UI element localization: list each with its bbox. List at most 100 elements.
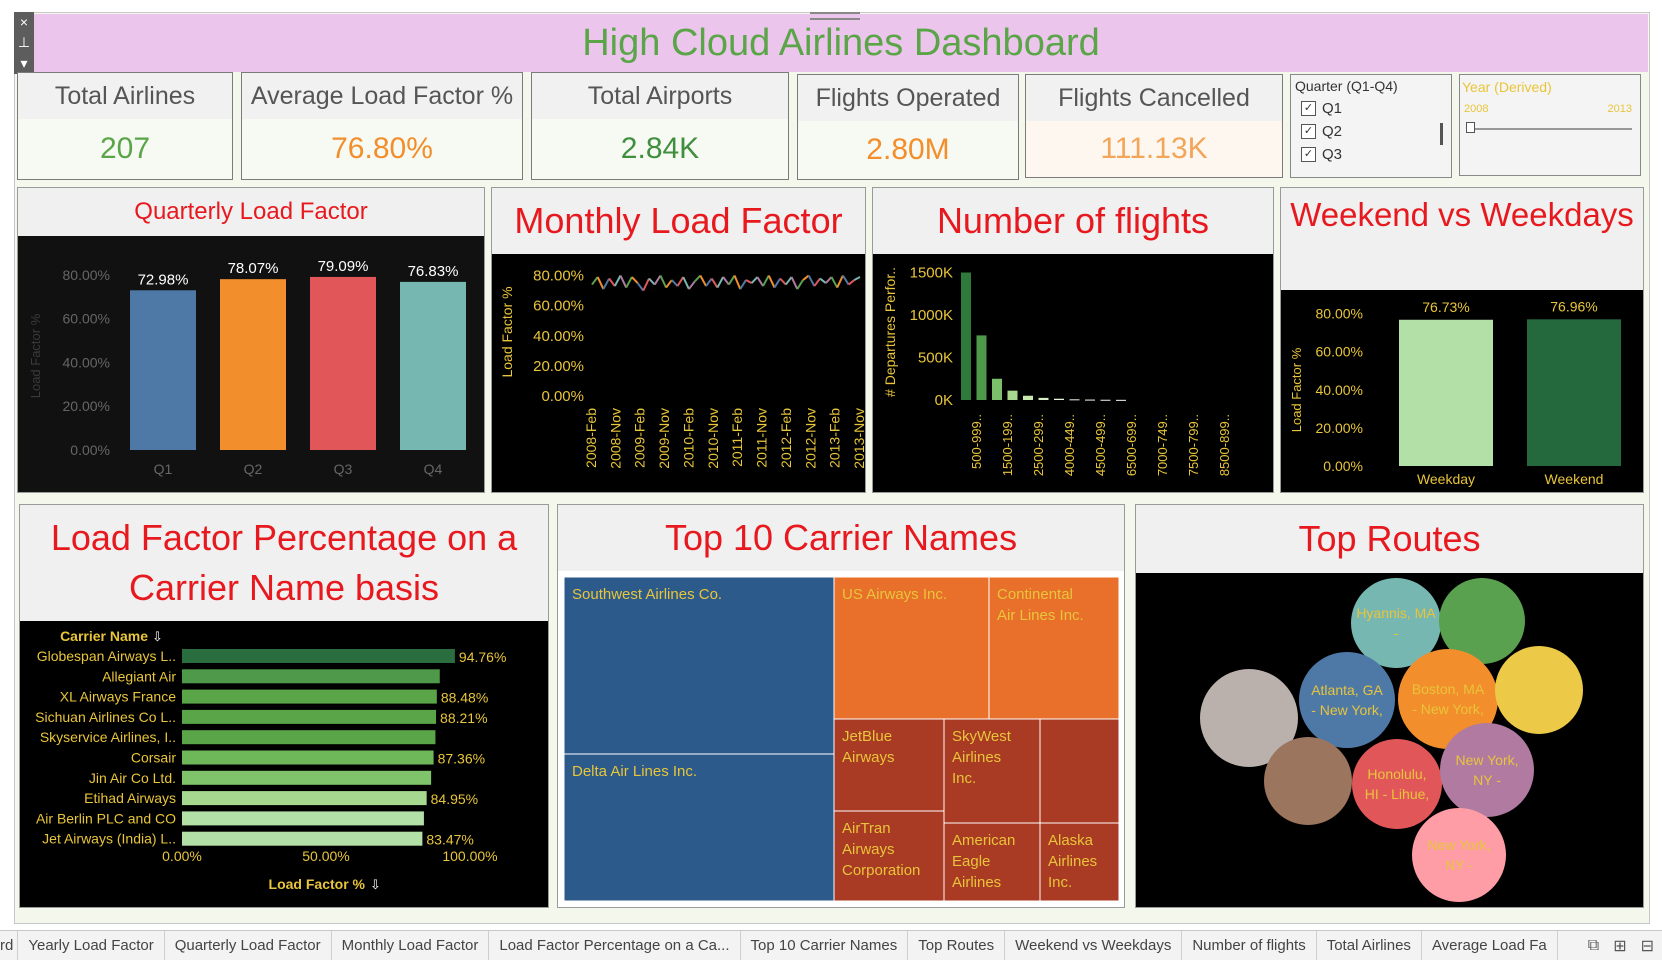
treemap-label: US Airways Inc.	[842, 586, 947, 603]
route-bubble	[1264, 737, 1352, 825]
treemap-label-line: American	[952, 832, 1015, 849]
line-segment	[830, 276, 839, 289]
year-slider-handle[interactable]	[1466, 122, 1475, 133]
tab-quarterly-load-factor[interactable]: Quarterly Load Factor	[165, 931, 332, 960]
tab-average-load-factor[interactable]: Average Load Fa	[1422, 931, 1558, 960]
route-label-line: Honolulu,	[1367, 766, 1426, 782]
line-segment	[836, 275, 844, 289]
sort-icon: ⇩	[370, 877, 381, 892]
dashboard-title: High Cloud Airlines Dashboard	[34, 14, 1648, 72]
quarter-filter[interactable]: Quarter (Q1-Q4) ✓ Q1 ✓ Q2 ✓ Q3	[1290, 74, 1452, 178]
route-label-line: HI - Lihue,	[1365, 786, 1430, 802]
route-label-line: New York,	[1455, 752, 1518, 768]
y-tick-label: 60.00%	[63, 311, 110, 327]
bar	[1116, 399, 1126, 401]
sort-icon: ⇩	[152, 629, 163, 644]
route-label-line: - New York,	[1311, 702, 1383, 718]
y-tick-label: Etihad Airways	[84, 790, 176, 806]
data-label: 88.48%	[441, 690, 488, 706]
kpi-value: 76.80%	[331, 132, 433, 165]
checkbox-checked-icon[interactable]: ✓	[1301, 101, 1316, 116]
x-tick-label: 2012-Feb	[778, 408, 794, 468]
checkbox-checked-icon[interactable]: ✓	[1301, 124, 1316, 139]
y-tick-label: 500K	[918, 350, 953, 367]
y-tick-label: 40.00%	[1316, 382, 1363, 398]
panel-top-routes: Top Routes Hyannis, MA - Atlanta, GA - New …	[1135, 504, 1644, 908]
pin-icon[interactable]: ⊥	[18, 34, 30, 51]
x-tick-label: Q3	[334, 461, 353, 477]
panel-number-of-flights: Number of flights 0K 500K 1000K 1500K # Depa…	[872, 187, 1274, 493]
x-tick-label: 2500-299..	[1031, 414, 1046, 476]
container-controls: × ⊥ ▾	[14, 12, 34, 74]
bar	[1054, 398, 1064, 400]
line-segment	[773, 278, 782, 289]
data-label: 84.95%	[431, 791, 478, 807]
monthly-chart: 0.00% 20.00% 40.00% 60.00% 80.00% Load Factor…	[499, 268, 867, 469]
y-tick-label: Skyservice Airlines, I..	[40, 729, 176, 745]
kpi-value: 207	[99, 132, 151, 165]
treemap-label-line: Airlines	[952, 749, 1001, 766]
line-segment	[676, 276, 685, 287]
data-label: 88.21%	[440, 710, 487, 726]
y-tick-label: 60.00%	[533, 298, 584, 315]
quarter-option-q2[interactable]: ✓ Q2	[1301, 120, 1451, 143]
line-segment	[853, 276, 861, 281]
year-filter[interactable]: Year (Derived) 2008 2013	[1459, 74, 1641, 176]
route-bubble	[1440, 723, 1534, 817]
chevron-down-icon[interactable]: ▾	[20, 55, 27, 72]
kpi-average-load-factor[interactable]: Average Load Factor % 76.80%	[241, 72, 523, 180]
drag-handle[interactable]	[810, 12, 860, 20]
tab-carrier-load-factor[interactable]: Load Factor Percentage on a Ca...	[489, 931, 741, 960]
tab-number-of-flights[interactable]: Number of flights	[1182, 931, 1317, 960]
kpi-total-airlines[interactable]: Total Airlines 207	[17, 72, 233, 180]
tab-top-routes[interactable]: Top Routes	[908, 931, 1006, 960]
bar	[182, 730, 436, 745]
treemap-cell	[1039, 718, 1120, 824]
y-tick-label: 40.00%	[63, 354, 110, 370]
bar	[1527, 319, 1621, 466]
route-label-line: - New York,	[1412, 701, 1484, 717]
close-icon[interactable]: ×	[20, 14, 28, 30]
kpi-flights-cancelled[interactable]: Flights Cancelled 111.13K	[1025, 74, 1283, 178]
line-segment	[825, 276, 833, 284]
line-segment	[785, 276, 793, 286]
quarter-option-q1[interactable]: ✓ Q1	[1301, 97, 1451, 120]
option-label: Q1	[1322, 100, 1343, 117]
tab-weekend-vs-weekdays[interactable]: Weekend vs Weekdays	[1005, 931, 1183, 960]
y-tick-label: 1500K	[910, 265, 953, 282]
line-segment	[819, 277, 827, 284]
bar	[1085, 399, 1095, 401]
x-axis-label: Load Factor %	[269, 876, 366, 892]
treemap-label-line: Alaska	[1048, 832, 1094, 849]
new-story-icon[interactable]: ⊟	[1641, 936, 1654, 956]
bar	[182, 791, 427, 806]
y-tick-label: XL Airways France	[60, 689, 176, 705]
y-tick-label: 80.00%	[533, 268, 584, 285]
bar	[182, 750, 434, 765]
scrollbar[interactable]	[1440, 123, 1443, 145]
data-label: 79.09%	[318, 258, 369, 275]
tab-total-airlines[interactable]: Total Airlines	[1317, 931, 1422, 960]
tab-yearly-load-factor[interactable]: Yearly Load Factor	[18, 931, 165, 960]
x-tick-label: 2010-Feb	[680, 408, 696, 468]
quarter-option-q3[interactable]: ✓ Q3	[1301, 143, 1451, 166]
checkbox-checked-icon[interactable]: ✓	[1301, 147, 1316, 162]
new-dashboard-icon[interactable]: ⊞	[1613, 936, 1626, 956]
y-tick-label: Allegiant Air	[102, 668, 176, 684]
kpi-total-airports[interactable]: Total Airports 2.84K	[531, 72, 789, 180]
line-segment	[716, 276, 725, 289]
treemap-cell	[563, 576, 835, 755]
tab-dashboard[interactable]: rd	[0, 931, 19, 960]
kpi-flights-operated[interactable]: Flights Operated 2.80M	[797, 74, 1019, 180]
tab-monthly-load-factor[interactable]: Monthly Load Factor	[332, 931, 490, 960]
bar	[992, 378, 1002, 400]
line-segment	[699, 275, 707, 287]
panel-title: Top 10 Carrier Names	[558, 505, 1124, 571]
new-worksheet-icon[interactable]: ⧉	[1588, 937, 1599, 955]
year-slider-track[interactable]	[1468, 128, 1632, 130]
year-max: 2013	[1607, 103, 1632, 115]
tab-top-10-carrier-names[interactable]: Top 10 Carrier Names	[741, 931, 909, 960]
x-tick-label: 100.00%	[442, 848, 497, 864]
route-label-line: Boston, MA	[1412, 681, 1485, 697]
y-axis-label: Load Factor %	[499, 286, 515, 377]
